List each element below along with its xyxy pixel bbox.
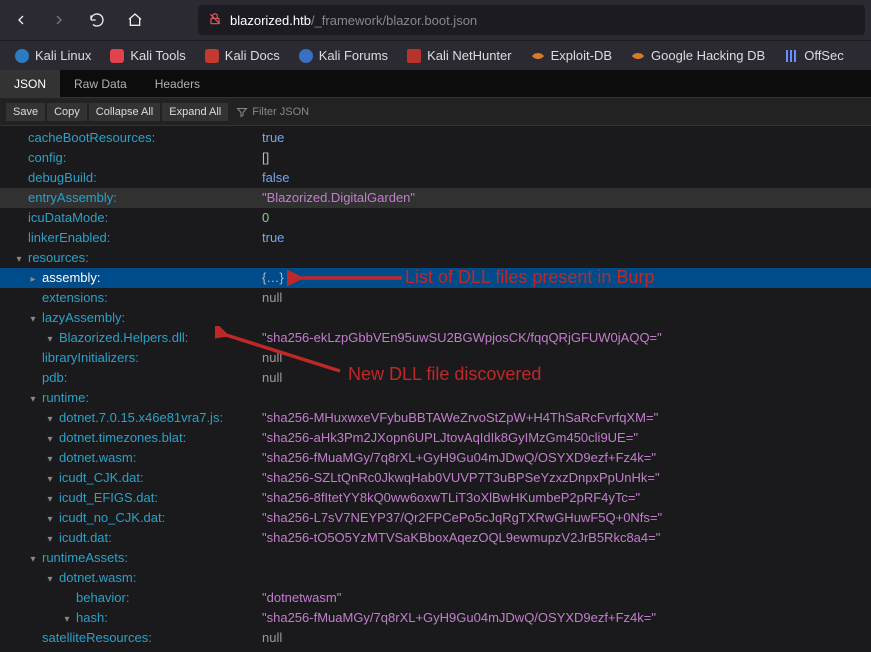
- row-pdb[interactable]: pdb:null: [0, 368, 871, 388]
- row-ra-dotnet-wasm[interactable]: dotnet.wasm:: [0, 568, 871, 588]
- url-path: /_framework/blazor.boot.json: [311, 13, 477, 28]
- tree-toggle-icon[interactable]: [45, 428, 55, 450]
- bookmark-label: Kali Tools: [130, 48, 185, 63]
- row-runtimeassets[interactable]: runtimeAssets:: [0, 548, 871, 568]
- row-dotnet-wasm[interactable]: dotnet.wasm:"sha256-fMuaMGy/7q8rXL+GyH9G…: [0, 448, 871, 468]
- bookmark-offsec[interactable]: OffSec: [777, 46, 850, 66]
- kali-forums-icon: [298, 48, 314, 64]
- row-dotnet-timezones[interactable]: dotnet.timezones.blat:"sha256-aHk3Pm2JXo…: [0, 428, 871, 448]
- row-icudt-nocjk[interactable]: icudt_no_CJK.dat:"sha256-L7sV7NEYP37/Qr2…: [0, 508, 871, 528]
- filter-placeholder: Filter JSON: [252, 106, 309, 118]
- bookmark-label: Kali Forums: [319, 48, 388, 63]
- row-icudt-efigs[interactable]: icudt_EFIGS.dat:"sha256-8fItetYY8kQ0ww6o…: [0, 488, 871, 508]
- row-debugbuild[interactable]: debugBuild:false: [0, 168, 871, 188]
- forward-button[interactable]: [44, 5, 74, 35]
- row-icudt[interactable]: icudt.dat:"sha256-tO5O5YzMTVSaKBboxAqezO…: [0, 528, 871, 548]
- browser-toolbar: blazorized.htb/_framework/blazor.boot.js…: [0, 0, 871, 40]
- collapse-all-button[interactable]: Collapse All: [89, 103, 160, 121]
- row-config[interactable]: config:[]: [0, 148, 871, 168]
- home-button[interactable]: [120, 5, 150, 35]
- row-behavior[interactable]: behavior:"dotnetwasm": [0, 588, 871, 608]
- exploitdb-icon: [530, 48, 546, 64]
- tree-toggle-icon[interactable]: [62, 608, 72, 630]
- filter-json[interactable]: Filter JSON: [236, 106, 309, 118]
- bookmark-ghdb[interactable]: Google Hacking DB: [624, 46, 771, 66]
- bookmark-kali-linux[interactable]: Kali Linux: [8, 46, 97, 66]
- bookmarks-bar: Kali Linux Kali Tools Kali Docs Kali For…: [0, 40, 871, 70]
- tree-toggle-icon[interactable]: [45, 508, 55, 530]
- tree-toggle-icon[interactable]: [28, 308, 38, 330]
- devtools-tabs: JSON Raw Data Headers: [0, 70, 871, 98]
- tab-json[interactable]: JSON: [0, 70, 60, 97]
- row-entryassembly[interactable]: entryAssembly:"Blazorized.DigitalGarden": [0, 188, 871, 208]
- tree-toggle-icon[interactable]: [28, 268, 38, 290]
- reload-button[interactable]: [82, 5, 112, 35]
- row-hash[interactable]: hash:"sha256-fMuaMGy/7q8rXL+GyH9Gu04mJDw…: [0, 608, 871, 628]
- json-tree: cacheBootResources:true config:[] debugB…: [0, 126, 871, 648]
- tree-toggle-icon[interactable]: [28, 548, 38, 570]
- row-cachebootresources[interactable]: cacheBootResources:true: [0, 128, 871, 148]
- tree-toggle-icon[interactable]: [28, 388, 38, 410]
- bookmark-exploit-db[interactable]: Exploit-DB: [524, 46, 618, 66]
- row-libraryinitializers[interactable]: libraryInitializers:null: [0, 348, 871, 368]
- url-bar[interactable]: blazorized.htb/_framework/blazor.boot.js…: [198, 5, 865, 35]
- bookmark-label: Google Hacking DB: [651, 48, 765, 63]
- bookmark-kali-docs[interactable]: Kali Docs: [198, 46, 286, 66]
- json-toolbar: Save Copy Collapse All Expand All Filter…: [0, 98, 871, 126]
- row-icudt-cjk[interactable]: icudt_CJK.dat:"sha256-SZLtQnRc0JkwqHab0V…: [0, 468, 871, 488]
- ghdb-icon: [630, 48, 646, 64]
- kali-icon: [14, 48, 30, 64]
- row-resources[interactable]: resources:: [0, 248, 871, 268]
- expand-all-button[interactable]: Expand All: [162, 103, 228, 121]
- kali-docs-icon: [204, 48, 220, 64]
- bookmark-kali-forums[interactable]: Kali Forums: [292, 46, 394, 66]
- copy-button[interactable]: Copy: [47, 103, 87, 121]
- row-runtime[interactable]: runtime:: [0, 388, 871, 408]
- tree-toggle-icon[interactable]: [45, 568, 55, 590]
- tree-toggle-icon[interactable]: [45, 528, 55, 550]
- row-blazorized-helpers-dll[interactable]: Blazorized.Helpers.dll:"sha256-ekLzpGbbV…: [0, 328, 871, 348]
- bookmark-nethunter[interactable]: Kali NetHunter: [400, 46, 518, 66]
- bookmark-label: OffSec: [804, 48, 844, 63]
- tree-toggle-icon[interactable]: [45, 408, 55, 430]
- tree-toggle-icon[interactable]: [45, 468, 55, 490]
- row-dotnet-js[interactable]: dotnet.7.0.15.x46e81vra7.js:"sha256-MHux…: [0, 408, 871, 428]
- url-host: blazorized.htb: [230, 13, 311, 28]
- kali-tools-icon: [109, 48, 125, 64]
- bookmark-label: Kali NetHunter: [427, 48, 512, 63]
- row-extensions[interactable]: extensions:null: [0, 288, 871, 308]
- row-lazyassembly[interactable]: lazyAssembly:: [0, 308, 871, 328]
- filter-icon: [236, 106, 248, 118]
- tree-toggle-icon[interactable]: [45, 488, 55, 510]
- tree-toggle-icon[interactable]: [45, 328, 55, 350]
- row-linkerenabled[interactable]: linkerEnabled:true: [0, 228, 871, 248]
- bookmark-label: Exploit-DB: [551, 48, 612, 63]
- bookmark-kali-tools[interactable]: Kali Tools: [103, 46, 191, 66]
- nethunter-icon: [406, 48, 422, 64]
- tree-toggle-icon[interactable]: [45, 448, 55, 470]
- bookmark-label: Kali Docs: [225, 48, 280, 63]
- insecure-lock-icon: [208, 12, 222, 29]
- row-assembly[interactable]: assembly:{…}: [0, 268, 871, 288]
- bookmark-label: Kali Linux: [35, 48, 91, 63]
- offsec-icon: [783, 48, 799, 64]
- tab-raw[interactable]: Raw Data: [60, 70, 141, 97]
- back-button[interactable]: [6, 5, 36, 35]
- tab-headers[interactable]: Headers: [141, 70, 214, 97]
- row-satelliteresources[interactable]: satelliteResources:null: [0, 628, 871, 648]
- row-icudatamode[interactable]: icuDataMode:0: [0, 208, 871, 228]
- save-button[interactable]: Save: [6, 103, 45, 121]
- tree-toggle-icon[interactable]: [14, 248, 24, 270]
